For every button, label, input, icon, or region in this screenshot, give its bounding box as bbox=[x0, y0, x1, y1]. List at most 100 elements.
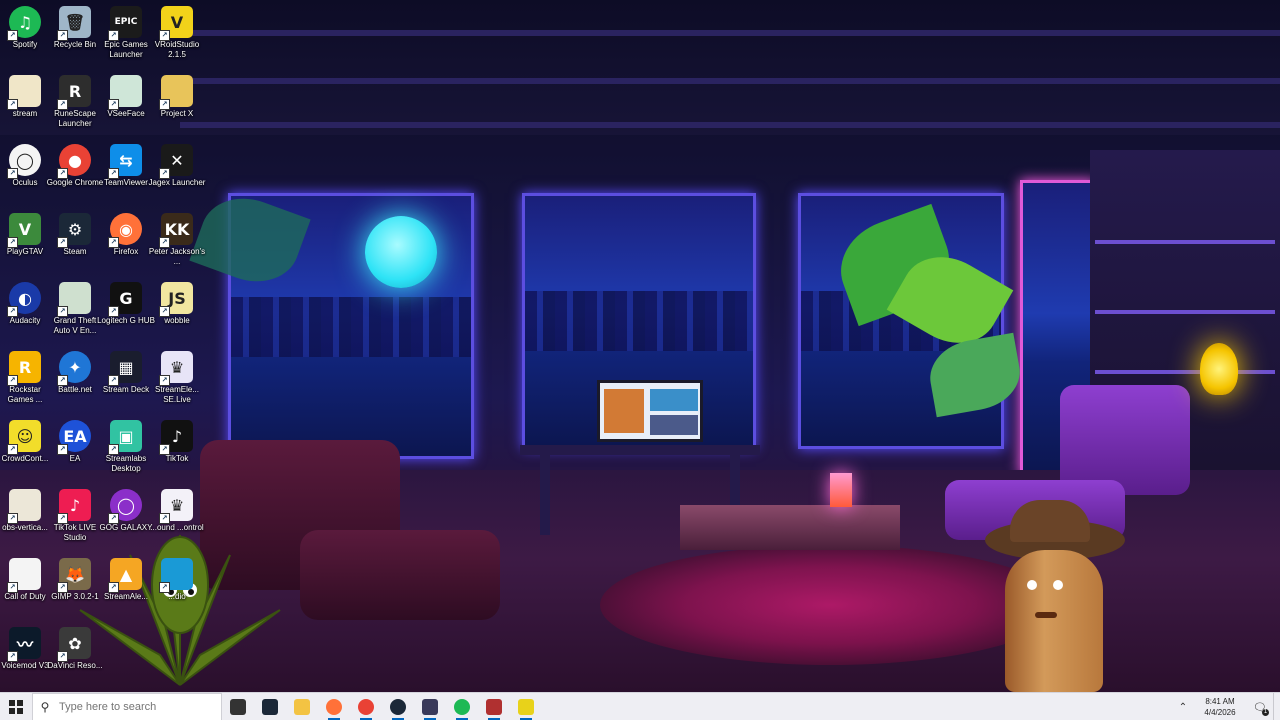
desktop-icon-dio[interactable]: ↗ ...dio bbox=[147, 554, 207, 602]
app-icon: R ↗ bbox=[7, 351, 41, 386]
start-button[interactable] bbox=[0, 693, 32, 720]
steam-overlay-icon bbox=[262, 699, 278, 715]
app-icon: 🦊 ↗ bbox=[57, 558, 91, 593]
app-icon: EA ↗ bbox=[57, 420, 91, 455]
system-tray: ⌃ 8:41 AM 4/4/2026 🗨 1 bbox=[1173, 693, 1280, 720]
app-icon: ● ↗ bbox=[57, 144, 91, 179]
desktop-icon-peter-jackson-s[interactable]: KK ↗ Peter Jackson's ... bbox=[147, 209, 207, 267]
taskbar-app-app-red[interactable] bbox=[478, 693, 510, 720]
taskbar-app-file-explorer[interactable] bbox=[286, 693, 318, 720]
shortcut-arrow-icon: ↗ bbox=[159, 168, 170, 179]
desktop-icon-label: StreamEle... SE.Live bbox=[154, 385, 199, 404]
shortcut-arrow-icon: ↗ bbox=[159, 306, 170, 317]
taskbar-app-spotify[interactable] bbox=[446, 693, 478, 720]
desktop-icon-tiktok[interactable]: ♪ ↗ TikTok bbox=[147, 416, 207, 464]
app-icon: ↗ bbox=[159, 75, 193, 110]
shortcut-arrow-icon: ↗ bbox=[159, 375, 170, 386]
wallpaper-beam bbox=[180, 122, 1280, 128]
app-icon: ⇆ ↗ bbox=[108, 144, 142, 179]
app-icon: ♪ ↗ bbox=[159, 420, 193, 455]
desktop-icon-label: Jagex Launcher bbox=[148, 178, 206, 187]
clock-time: 8:41 AM bbox=[1205, 697, 1235, 706]
bread-mascot bbox=[1005, 550, 1103, 692]
app-icon: KK ↗ bbox=[159, 213, 193, 248]
desktop-icon-jagex-launcher[interactable]: ✕ ↗ Jagex Launcher bbox=[147, 140, 207, 188]
desktop-icon-ound-ontrol[interactable]: ♛ ↗ ...ound ...ontrol bbox=[147, 485, 207, 533]
app-icon: ✦ ↗ bbox=[57, 351, 91, 386]
app-icon: V ↗ bbox=[7, 213, 41, 248]
app-icon: ♪ ↗ bbox=[57, 489, 91, 524]
app-icon: ▦ ↗ bbox=[108, 351, 142, 386]
wallpaper-shelf-board bbox=[1095, 310, 1275, 314]
shortcut-arrow-icon: ↗ bbox=[108, 582, 119, 593]
shortcut-arrow-icon: ↗ bbox=[57, 30, 68, 41]
notification-center-button[interactable]: 🗨 1 bbox=[1247, 693, 1273, 720]
wallpaper-coffee-table bbox=[680, 505, 900, 550]
chrome-icon bbox=[358, 699, 374, 715]
shortcut-arrow-icon: ↗ bbox=[108, 99, 119, 110]
taskbar-app-task-view[interactable] bbox=[222, 693, 254, 720]
wallpaper-moon bbox=[365, 216, 437, 288]
shortcut-arrow-icon: ↗ bbox=[57, 99, 68, 110]
desktop-icon-vroidstudio-2-1-5[interactable]: V ↗ VRoidStudio 2.1.5 bbox=[147, 2, 207, 60]
desktop-icon-label: ...dio bbox=[168, 592, 186, 601]
desktop-icon-streamele-se-live[interactable]: ♛ ↗ StreamEle... SE.Live bbox=[147, 347, 207, 405]
show-desktop-button[interactable] bbox=[1273, 693, 1280, 720]
wallpaper-monitor bbox=[597, 380, 703, 442]
firefox-icon bbox=[326, 699, 342, 715]
app-icon: ↗ bbox=[7, 558, 41, 593]
app-icon: 🗑 ↗ bbox=[57, 6, 91, 41]
shortcut-arrow-icon: ↗ bbox=[57, 582, 68, 593]
shortcut-arrow-icon: ↗ bbox=[7, 168, 18, 179]
desktop-icon-project-x[interactable]: ↗ Project X bbox=[147, 71, 207, 119]
app-icon: EPIC ↗ bbox=[108, 6, 142, 41]
app-icon: ⚙ ↗ bbox=[57, 213, 91, 248]
app-icon: G ↗ bbox=[108, 282, 142, 317]
wallpaper-shelf-board bbox=[1095, 240, 1275, 244]
shortcut-arrow-icon: ↗ bbox=[108, 237, 119, 248]
windows-logo-icon bbox=[9, 700, 23, 714]
desktop-icon-label: Peter Jackson's ... bbox=[148, 247, 206, 266]
clock-date: 4/4/2026 bbox=[1204, 708, 1236, 717]
taskbar-app-obs[interactable] bbox=[414, 693, 446, 720]
desktop-icon-wobble[interactable]: JS ↗ wobble bbox=[147, 278, 207, 326]
app-icon: V ↗ bbox=[159, 6, 193, 41]
show-hidden-icons-chevron-icon[interactable]: ⌃ bbox=[1173, 702, 1193, 713]
wallpaper-beam bbox=[180, 78, 1280, 84]
search-icon: ⚲ bbox=[40, 700, 50, 714]
desktop-icon-label: wobble bbox=[164, 316, 190, 325]
taskbar-app-app-yellow[interactable] bbox=[510, 693, 542, 720]
taskbar-pinned-apps bbox=[222, 693, 542, 720]
search-input[interactable] bbox=[57, 700, 211, 714]
app-icon: ♛ ↗ bbox=[159, 351, 193, 386]
shortcut-arrow-icon: ↗ bbox=[159, 582, 170, 593]
taskbar-app-firefox[interactable] bbox=[318, 693, 350, 720]
shortcut-arrow-icon: ↗ bbox=[7, 99, 18, 110]
spotify-icon bbox=[454, 699, 470, 715]
shortcut-arrow-icon: ↗ bbox=[159, 444, 170, 455]
taskbar: ⚲ ⌃ 8:41 AM 4/4/2026 🗨 1 bbox=[0, 692, 1280, 720]
desktop-icon-davinci-reso[interactable]: ✿ ↗ DaVinci Reso... bbox=[45, 623, 105, 671]
app-icon: ↗ bbox=[57, 282, 91, 317]
shortcut-arrow-icon: ↗ bbox=[7, 30, 18, 41]
shortcut-arrow-icon: ↗ bbox=[159, 99, 170, 110]
wallpaper-desk-leg bbox=[540, 455, 550, 535]
taskbar-app-steam-overlay[interactable] bbox=[254, 693, 286, 720]
shortcut-arrow-icon: ↗ bbox=[108, 306, 119, 317]
shortcut-arrow-icon: ↗ bbox=[57, 168, 68, 179]
app-icon: ▣ ↗ bbox=[108, 420, 142, 455]
taskbar-search-box[interactable]: ⚲ bbox=[32, 693, 222, 720]
shortcut-arrow-icon: ↗ bbox=[159, 237, 170, 248]
app-icon: 〰 ↗ bbox=[7, 627, 41, 662]
shortcut-arrow-icon: ↗ bbox=[7, 444, 18, 455]
shortcut-arrow-icon: ↗ bbox=[108, 513, 119, 524]
app-red-icon bbox=[486, 699, 502, 715]
shortcut-arrow-icon: ↗ bbox=[7, 513, 18, 524]
desktop-icon-label: Project X bbox=[160, 109, 194, 118]
wallpaper-lamp bbox=[1200, 343, 1238, 395]
wallpaper-skyline bbox=[231, 297, 471, 358]
taskbar-clock[interactable]: 8:41 AM 4/4/2026 bbox=[1193, 696, 1247, 718]
taskbar-app-steam[interactable] bbox=[382, 693, 414, 720]
wallpaper-skyline bbox=[525, 291, 753, 351]
taskbar-app-chrome[interactable] bbox=[350, 693, 382, 720]
